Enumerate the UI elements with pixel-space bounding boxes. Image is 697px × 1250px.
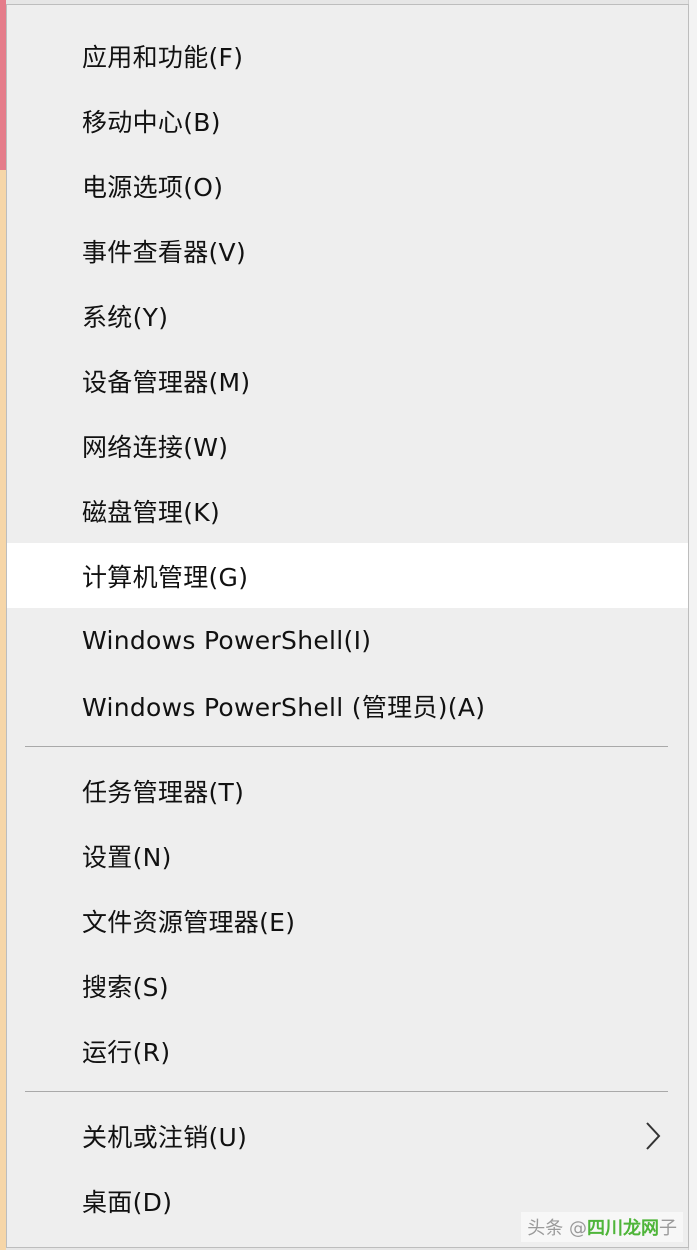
- menu-item-network-connections[interactable]: 网络连接(W): [7, 413, 688, 478]
- watermark-brand: 四川龙网: [587, 1218, 659, 1239]
- menu-item-search[interactable]: 搜索(S): [7, 953, 688, 1018]
- menu-item-power-options[interactable]: 电源选项(O): [7, 153, 688, 218]
- menu-item-label: 移动中心(B): [82, 107, 221, 137]
- menu-item-task-manager[interactable]: 任务管理器(T): [7, 758, 688, 823]
- menu-item-mobility-center[interactable]: 移动中心(B): [7, 88, 688, 153]
- menu-item-disk-management[interactable]: 磁盘管理(K): [7, 478, 688, 543]
- watermark: 头条 @四川龙网子: [521, 1212, 683, 1242]
- menu-item-label: 设备管理器(M): [82, 367, 251, 397]
- menu-separator: [25, 746, 668, 747]
- menu-item-settings[interactable]: 设置(N): [7, 823, 688, 888]
- menu-item-label: 计算机管理(G): [82, 562, 249, 592]
- menu-item-label: 系统(Y): [82, 302, 169, 332]
- menu-item-label: 文件资源管理器(E): [82, 907, 296, 937]
- menu-item-label: 电源选项(O): [82, 172, 224, 202]
- winx-context-menu: 应用和功能(F) 移动中心(B) 电源选项(O) 事件查看器(V) 系统(Y) …: [6, 4, 689, 1248]
- menu-item-label: 运行(R): [82, 1037, 171, 1067]
- chevron-right-icon: [646, 1121, 661, 1150]
- menu-item-shutdown-signout[interactable]: 关机或注销(U): [7, 1103, 688, 1168]
- menu-separator: [25, 1091, 668, 1092]
- menu-item-label: 磁盘管理(K): [82, 497, 221, 527]
- watermark-suffix: 子: [659, 1218, 677, 1239]
- menu-item-powershell-admin[interactable]: Windows PowerShell (管理员)(A): [7, 673, 688, 738]
- menu-item-event-viewer[interactable]: 事件查看器(V): [7, 218, 688, 283]
- menu-item-label: 网络连接(W): [82, 432, 229, 462]
- menu-item-run[interactable]: 运行(R): [7, 1018, 688, 1083]
- menu-item-label: 关机或注销(U): [82, 1122, 248, 1152]
- menu-item-label: Windows PowerShell (管理员)(A): [82, 692, 486, 722]
- menu-item-label: Windows PowerShell(I): [82, 626, 372, 655]
- background-window-edge: [688, 0, 697, 1250]
- menu-item-label: 设置(N): [82, 842, 172, 872]
- menu-item-file-explorer[interactable]: 文件资源管理器(E): [7, 888, 688, 953]
- menu-item-label: 搜索(S): [82, 972, 169, 1002]
- menu-item-label: 事件查看器(V): [82, 237, 247, 267]
- menu-item-label: 应用和功能(F): [82, 42, 244, 72]
- menu-item-label: 任务管理器(T): [82, 777, 245, 807]
- menu-item-system[interactable]: 系统(Y): [7, 283, 688, 348]
- menu-item-label: 桌面(D): [82, 1187, 173, 1217]
- menu-item-computer-management[interactable]: 计算机管理(G): [7, 543, 688, 608]
- watermark-prefix: 头条 @: [527, 1218, 587, 1239]
- menu-item-apps-features[interactable]: 应用和功能(F): [7, 23, 688, 88]
- menu-item-powershell[interactable]: Windows PowerShell(I): [7, 608, 688, 673]
- menu-item-device-manager[interactable]: 设备管理器(M): [7, 348, 688, 413]
